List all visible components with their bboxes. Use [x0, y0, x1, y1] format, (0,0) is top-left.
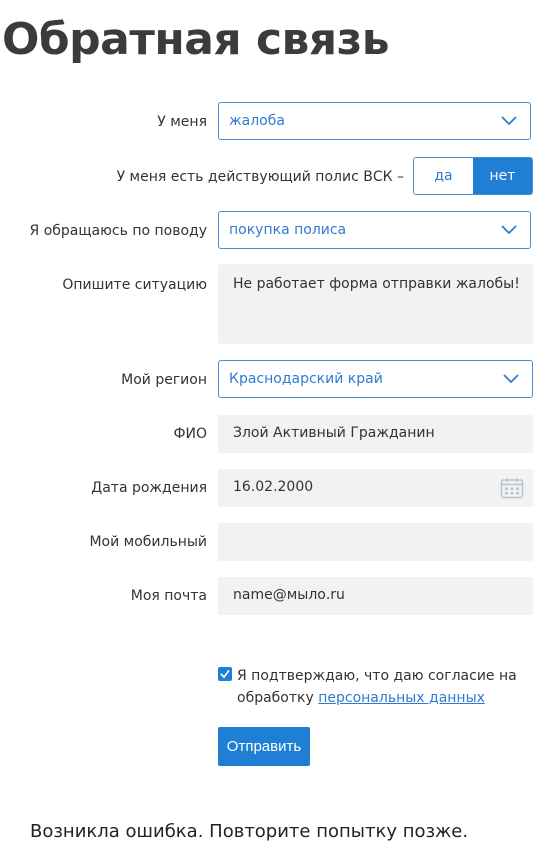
region-select-value: Краснодарский край — [229, 371, 383, 387]
policy-no-option[interactable]: нет — [473, 158, 532, 194]
consent-text-line1: Я подтверждаю, что даю согласие на — [237, 668, 517, 684]
reason-select-value: покупка полиса — [229, 222, 347, 238]
reason-label: Я обращаюсь по поводу — [29, 223, 207, 239]
reason-row: Я обращаюсь по поводу покупка полиса — [0, 211, 547, 251]
checkmark-icon — [220, 669, 230, 679]
birthdate-row: Дата рождения 16.02.2000 — [0, 469, 547, 507]
birthdate-label: Дата рождения — [91, 480, 207, 496]
type-select[interactable]: жалоба — [218, 102, 531, 140]
situation-row: Опишите ситуацию Не работает форма отпра… — [0, 264, 547, 344]
situation-textarea[interactable]: Не работает форма отправки жалобы! — [218, 264, 533, 344]
error-message: Возникла ошибка. Повторите попытку позже… — [30, 821, 469, 842]
mobile-row: Мой мобильный — [0, 523, 547, 561]
type-row: У меня жалоба — [0, 102, 547, 142]
birthdate-input[interactable]: 16.02.2000 — [218, 469, 533, 507]
calendar-icon[interactable] — [500, 477, 524, 499]
personal-data-link[interactable]: персональных данных — [318, 690, 485, 706]
email-label: Моя почта — [130, 588, 207, 604]
situation-text: Не работает форма отправки жалобы! — [233, 276, 520, 292]
mobile-input[interactable] — [218, 523, 533, 561]
consent-text: Я подтверждаю, что даю согласие на обраб… — [237, 665, 527, 709]
submit-button[interactable]: Отправить — [218, 727, 310, 766]
reason-select[interactable]: покупка полиса — [218, 211, 531, 249]
page-title: Обратная связь — [2, 14, 390, 65]
chevron-down-icon — [501, 116, 517, 126]
policy-label: У меня есть действующий полис ВСК – — [116, 169, 404, 185]
type-select-value: жалоба — [229, 113, 285, 129]
birthdate-value: 16.02.2000 — [233, 479, 314, 495]
email-input[interactable]: name@мыло.ru — [218, 577, 533, 615]
consent-text-prefix: обработку — [237, 690, 314, 706]
policy-row: У меня есть действующий полис ВСК – да н… — [0, 157, 547, 197]
email-row: Моя почта name@мыло.ru — [0, 577, 547, 615]
fio-row: ФИО Злой Активный Гражданин — [0, 415, 547, 453]
situation-label: Опишите ситуацию — [62, 277, 207, 293]
region-row: Мой регион Краснодарский край — [0, 360, 547, 400]
type-label: У меня — [157, 114, 207, 130]
chevron-down-icon — [501, 225, 517, 235]
consent-checkbox[interactable] — [218, 667, 232, 681]
fio-label: ФИО — [173, 426, 207, 442]
fio-value: Злой Активный Гражданин — [233, 425, 435, 441]
mobile-label: Мой мобильный — [89, 534, 207, 550]
policy-yes-option[interactable]: да — [414, 158, 473, 194]
policy-toggle[interactable]: да нет — [413, 157, 533, 195]
chevron-down-icon — [503, 374, 519, 384]
fio-input[interactable]: Злой Активный Гражданин — [218, 415, 533, 453]
email-value: name@мыло.ru — [233, 587, 345, 603]
region-select[interactable]: Краснодарский край — [218, 360, 533, 398]
region-label: Мой регион — [121, 372, 207, 388]
